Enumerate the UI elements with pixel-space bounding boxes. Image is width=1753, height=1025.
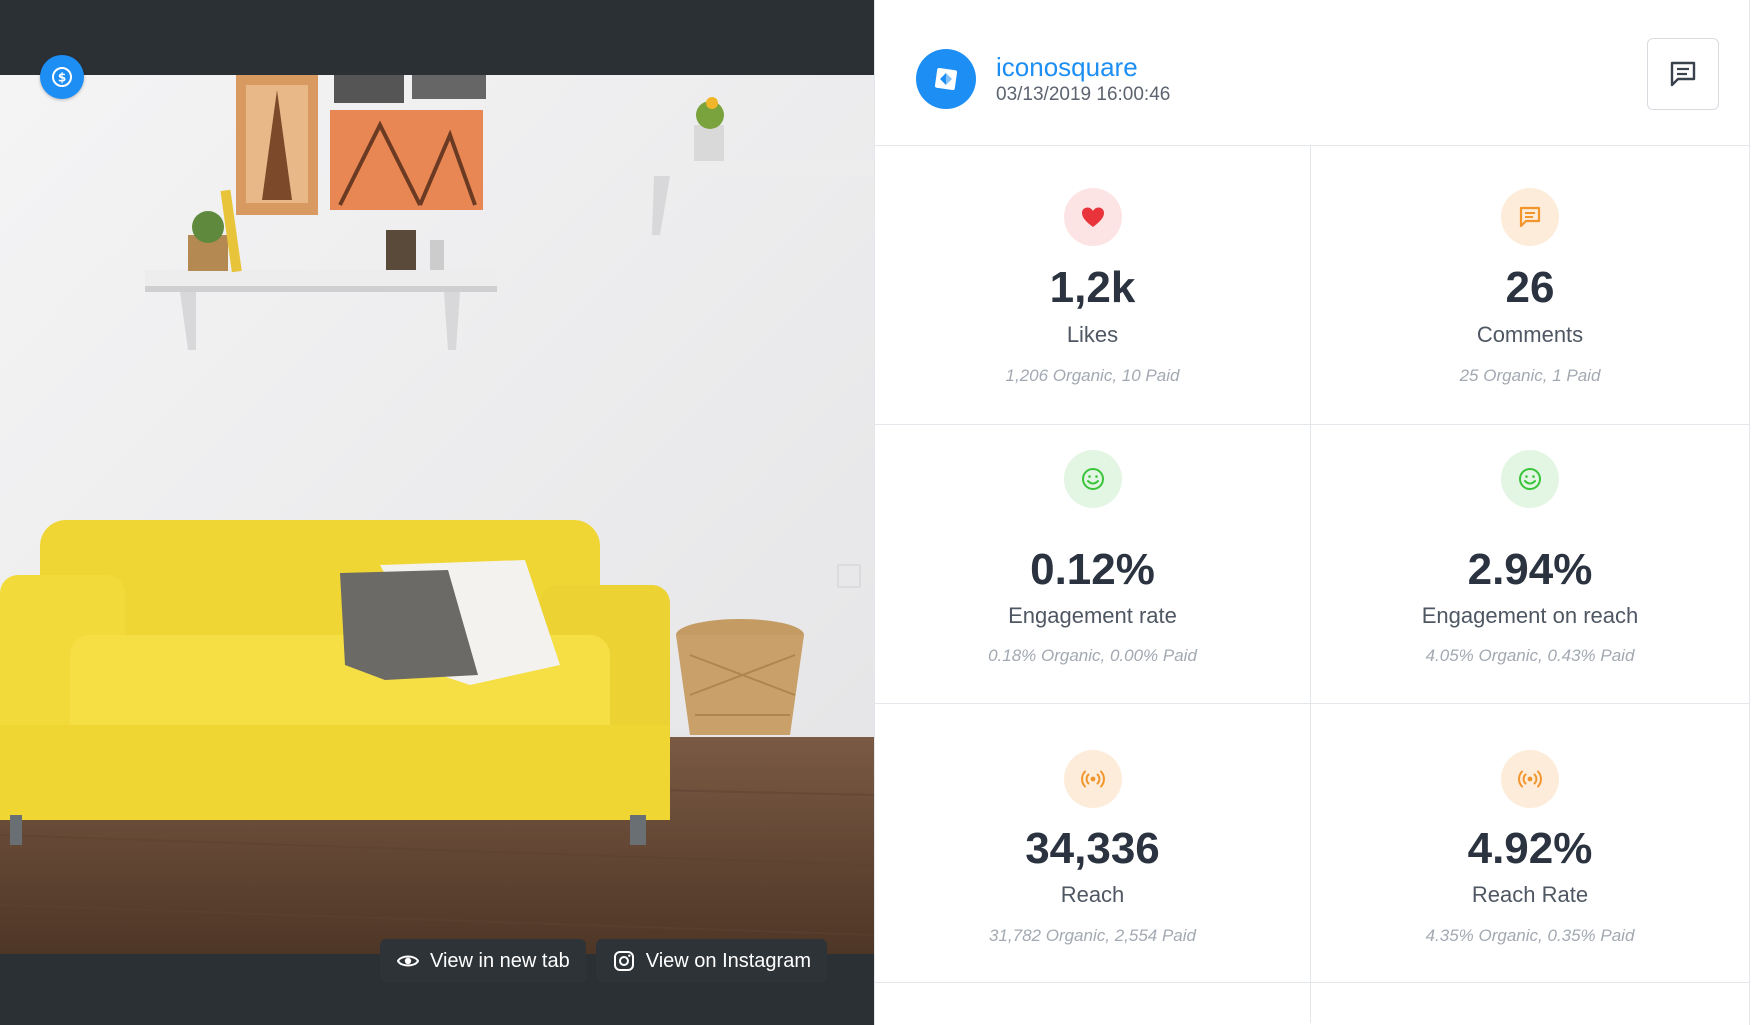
metric-reach-rate: 4.92% Reach Rate 4.35% Organic, 0.35% Pa… (1311, 704, 1749, 983)
metric-icon-wrap (1501, 188, 1559, 246)
metric-likes: 1,2k Likes 1,206 Organic, 10 Paid (875, 146, 1311, 425)
metric-reach: 34,336 Reach 31,782 Organic, 2,554 Paid (875, 704, 1311, 983)
metric-breakdown: 0.18% Organic, 0.00% Paid (988, 646, 1197, 665)
metric-value: 26 (1505, 263, 1555, 312)
view-on-instagram-label: View on Instagram (645, 949, 811, 972)
metric-breakdown: 1,206 Organic, 10 Paid (1005, 366, 1180, 385)
smiley-icon (1081, 468, 1104, 490)
view-on-instagram-button[interactable]: View on Instagram (595, 939, 827, 983)
metric-label: Likes (1066, 322, 1119, 347)
metric-value: 34,336 (1025, 824, 1160, 873)
metric-icon-wrap (1501, 450, 1559, 508)
post-stats-panel: iconosquare 03/13/2019 16:00:46 1,2k Lik… (874, 0, 1750, 1025)
broadcast-icon (1518, 770, 1542, 788)
metric-value: 4.92% (1467, 824, 1593, 873)
media-preview-panel: $ View in new tab View on Instagram (0, 0, 874, 1025)
metric-value: 1,2k (1049, 263, 1136, 312)
metric-label: Engagement rate (1008, 603, 1177, 628)
comment-icon (1519, 206, 1541, 228)
view-in-new-tab-label: View in new tab (430, 949, 570, 972)
metric-value: 0.12% (1030, 545, 1155, 594)
metric-cell-partial (875, 983, 1311, 1023)
smiley-icon (1519, 468, 1541, 490)
post-header: iconosquare 03/13/2019 16:00:46 (875, 0, 1749, 146)
metric-comments: 26 Comments 25 Organic, 1 Paid (1311, 146, 1749, 425)
metric-engagement-on-reach: 2.94% Engagement on reach 4.05% Organic,… (1311, 425, 1749, 704)
metric-icon-wrap (1063, 750, 1122, 808)
metric-breakdown: 4.05% Organic, 0.43% Paid (1425, 646, 1635, 665)
iconosquare-logo-icon (934, 67, 958, 91)
paid-post-badge: $ (40, 55, 84, 99)
account-name[interactable]: iconosquare (996, 52, 1138, 83)
metric-breakdown: 31,782 Organic, 2,554 Paid (989, 926, 1196, 945)
media-actions: View in new tab View on Instagram (380, 939, 827, 983)
metric-icon-wrap (1501, 750, 1559, 808)
metrics-grid: 1,2k Likes 1,206 Organic, 10 Paid 26 Com… (875, 146, 1749, 1023)
post-image[interactable] (0, 75, 874, 954)
metric-engagement-rate: 0.12% Engagement rate 0.18% Organic, 0.0… (875, 425, 1311, 704)
comments-toggle-button[interactable] (1647, 38, 1719, 110)
broadcast-icon (1080, 770, 1105, 788)
dollar-coin-icon: $ (52, 67, 72, 87)
metric-breakdown: 25 Organic, 1 Paid (1459, 366, 1601, 385)
metric-icon-wrap (1063, 188, 1122, 246)
living-room-photo (0, 75, 874, 954)
view-in-new-tab-button[interactable]: View in new tab (380, 939, 586, 983)
instagram-icon (613, 951, 634, 971)
metric-value: 2.94% (1467, 545, 1593, 594)
metric-label: Engagement on reach (1421, 603, 1639, 628)
metric-breakdown: 4.35% Organic, 0.35% Paid (1425, 926, 1635, 945)
metric-label: Reach Rate (1471, 882, 1589, 907)
eye-icon (396, 955, 420, 967)
metric-cell-partial (1311, 983, 1749, 1023)
svg-text:$: $ (58, 71, 66, 85)
heart-icon (1081, 207, 1104, 227)
metric-icon-wrap (1063, 450, 1122, 508)
comment-icon (1670, 61, 1696, 87)
avatar[interactable] (916, 49, 976, 109)
post-date: 03/13/2019 16:00:46 (996, 84, 1171, 105)
metric-label: Comments (1476, 322, 1584, 347)
metric-label: Reach (1060, 882, 1125, 907)
